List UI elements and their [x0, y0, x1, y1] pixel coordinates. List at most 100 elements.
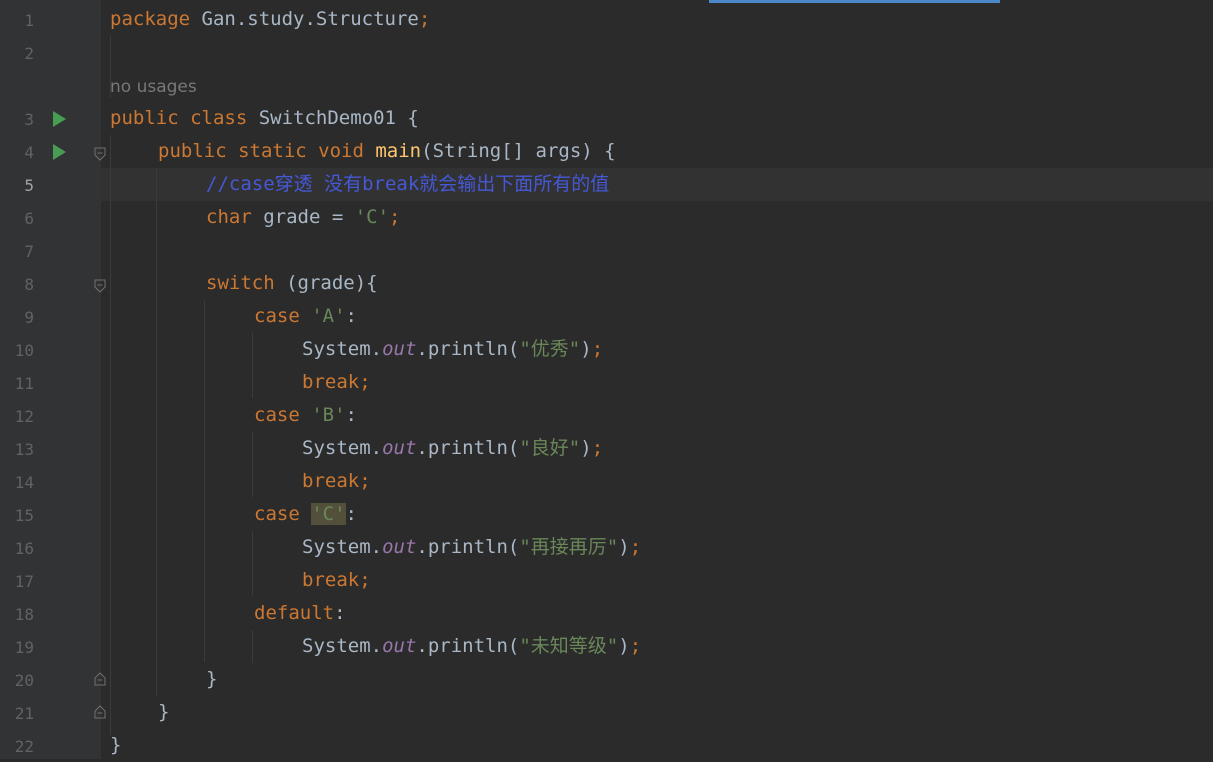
keyword: case [254, 503, 300, 525]
line-number[interactable]: 16 [0, 539, 34, 558]
line-number[interactable]: 3 [0, 110, 34, 129]
keyword: char [206, 206, 252, 228]
colon: : [345, 404, 357, 426]
line-number[interactable]: 12 [0, 407, 34, 426]
closing-brace: } [158, 701, 170, 723]
assignment: grade = [251, 206, 355, 228]
paren: ) [580, 437, 592, 459]
code-line-5[interactable]: //case穿透 没有break就会输出下面所有的值 [206, 168, 609, 201]
code-line-20[interactable]: } [206, 663, 217, 696]
code-line-3[interactable]: public class SwitchDemo01 { [110, 102, 419, 135]
keyword: package [110, 8, 191, 30]
method-name: main [375, 140, 422, 162]
keyword: public static void [158, 140, 364, 162]
paren: ) [618, 635, 630, 657]
code-line-21[interactable]: } [158, 696, 169, 729]
usage-hint[interactable]: no usages [110, 74, 197, 100]
line-number[interactable]: 17 [0, 572, 34, 591]
keyword: switch [206, 272, 275, 294]
char-literal-highlighted: 'C' [311, 503, 346, 525]
line-number[interactable]: 9 [0, 308, 34, 327]
line-number[interactable]: 11 [0, 374, 34, 393]
code-line-22[interactable]: } [110, 729, 121, 762]
string-literal: "未知等级" [519, 635, 619, 657]
fold-end-icon[interactable] [94, 705, 106, 719]
code-line-11[interactable]: break; [302, 366, 371, 399]
line-number[interactable]: 13 [0, 440, 34, 459]
semicolon: ; [591, 338, 604, 360]
code-line-15[interactable]: case 'C': [254, 498, 357, 531]
colon: : [345, 503, 357, 525]
scroll-indicator [709, 0, 1000, 3]
code-line-12[interactable]: case 'B': [254, 399, 357, 432]
indent-guide [252, 432, 253, 497]
line-number[interactable]: 20 [0, 671, 34, 690]
line-number[interactable]: 6 [0, 209, 34, 228]
keyword: break; [302, 371, 371, 393]
method-signature: (String[] args) { [421, 140, 616, 162]
indent-guide [156, 168, 157, 696]
char-literal: 'A' [311, 305, 346, 327]
code-line-4[interactable]: public static void main(String[] args) { [158, 135, 616, 168]
run-main-icon[interactable] [53, 144, 66, 160]
string-literal: "优秀" [519, 338, 581, 360]
closing-brace: } [110, 734, 122, 756]
run-class-icon[interactable] [53, 111, 66, 127]
indent-guide [204, 300, 205, 662]
static-field: out [382, 437, 417, 459]
semicolon: ; [389, 206, 401, 228]
line-number[interactable]: 14 [0, 473, 34, 492]
code-line-16[interactable]: System.out.println("再接再厉"); [302, 531, 641, 564]
line-number[interactable]: 19 [0, 638, 34, 657]
paren: ) [580, 338, 592, 360]
method-call: .println( [416, 635, 520, 657]
semicolon: ; [418, 8, 431, 30]
code-line-19[interactable]: System.out.println("未知等级"); [302, 630, 641, 663]
code-line-17[interactable]: break; [302, 564, 371, 597]
code-line-18[interactable]: default: [254, 597, 346, 630]
indent-guide [252, 531, 253, 596]
indent-guide [110, 135, 111, 735]
code-line-13[interactable]: System.out.println("良好"); [302, 432, 603, 465]
semicolon: ; [591, 437, 604, 459]
colon: : [334, 602, 346, 624]
keyword: break; [302, 470, 371, 492]
line-number-current[interactable]: 5 [0, 176, 34, 195]
keyword: break; [302, 569, 371, 591]
colon: : [345, 305, 357, 327]
code-line-6[interactable]: char grade = 'C'; [206, 201, 401, 234]
line-number[interactable]: 8 [0, 275, 34, 294]
line-number[interactable]: 7 [0, 242, 34, 261]
line-number[interactable]: 15 [0, 506, 34, 525]
code-line-8[interactable]: switch (grade){ [206, 267, 378, 300]
semicolon: ; [629, 635, 642, 657]
line-number[interactable]: 4 [0, 143, 34, 162]
semicolon: ; [629, 536, 642, 558]
code-line-14[interactable]: break; [302, 465, 371, 498]
keyword: public class [110, 107, 248, 129]
line-number[interactable]: 21 [0, 704, 34, 723]
closing-brace: } [206, 668, 218, 690]
code-line-9[interactable]: case 'A': [254, 300, 357, 333]
fold-collapse-icon[interactable] [94, 279, 106, 293]
fold-collapse-icon[interactable] [94, 147, 106, 161]
method-call: .println( [416, 437, 520, 459]
string-literal: "良好" [519, 437, 581, 459]
code-line-10[interactable]: System.out.println("优秀"); [302, 333, 603, 366]
class-ref: System. [302, 338, 383, 360]
line-number[interactable]: 1 [0, 11, 34, 30]
line-number[interactable]: 22 [0, 737, 34, 756]
line-number[interactable]: 2 [0, 44, 34, 63]
method-call: .println( [416, 338, 520, 360]
char-literal: 'B' [311, 404, 346, 426]
keyword: case [254, 305, 300, 327]
static-field: out [382, 536, 417, 558]
line-number[interactable]: 10 [0, 341, 34, 360]
indent-guide [252, 630, 253, 663]
class-ref: System. [302, 635, 383, 657]
code-line-1[interactable]: package Gan.study.Structure; [110, 3, 430, 36]
fold-end-icon[interactable] [94, 672, 106, 686]
keyword: case [254, 404, 300, 426]
class-ref: System. [302, 437, 383, 459]
line-number[interactable]: 18 [0, 605, 34, 624]
